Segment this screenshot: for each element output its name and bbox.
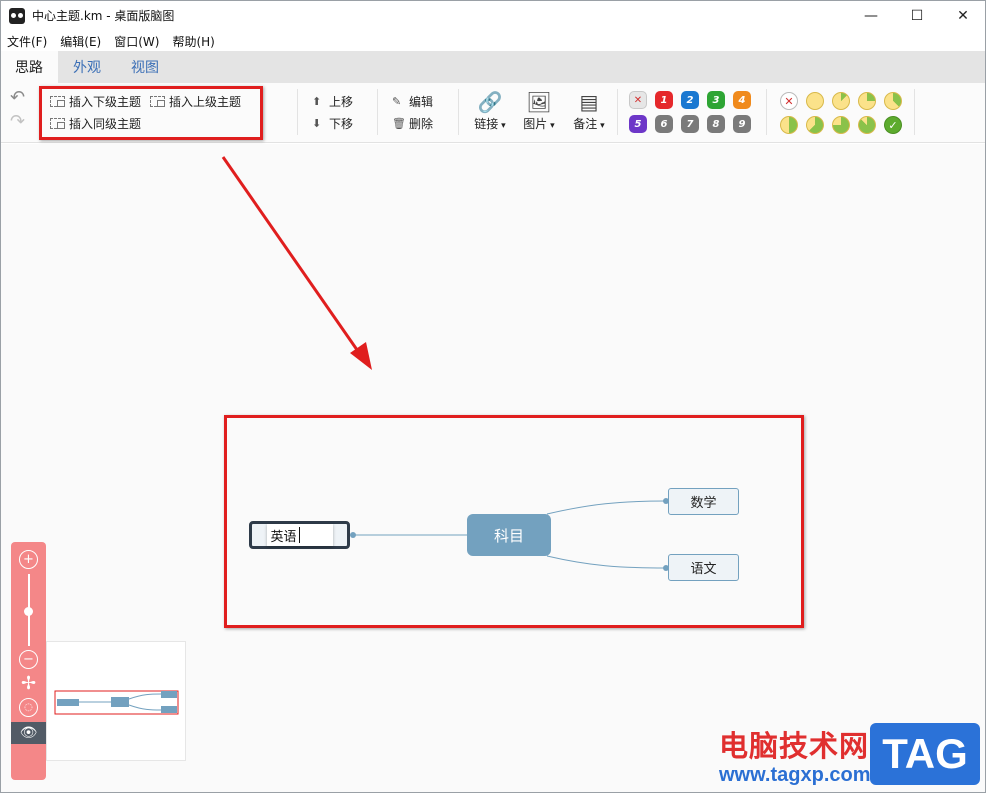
move-down-label: 下移: [329, 117, 354, 131]
link-button[interactable]: 🔗 链接: [469, 89, 511, 132]
title-bar: 中心主题.km - 桌面版脑图 — ☐ ✕: [0, 0, 986, 31]
priority-1-icon[interactable]: 1: [655, 91, 673, 109]
toolbar-divider: [377, 89, 378, 135]
progress-7-icon[interactable]: [858, 116, 876, 134]
close-button[interactable]: ✕: [940, 0, 986, 31]
priority-clear-icon[interactable]: ✕: [629, 91, 647, 109]
move-down-button[interactable]: ⬇ 下移: [312, 115, 353, 132]
child-node-chinese[interactable]: 语文: [668, 554, 739, 581]
arrow-up-icon: ⬆: [312, 95, 322, 108]
center-focus-icon[interactable]: ◌: [19, 698, 38, 717]
child-node-math[interactable]: 数学: [668, 488, 739, 515]
watermark-tag-logo: TAG: [870, 723, 980, 785]
zoom-slider-handle[interactable]: [24, 607, 33, 616]
zoom-out-icon[interactable]: −: [19, 650, 38, 669]
priority-6-icon[interactable]: 6: [655, 115, 673, 133]
root-node[interactable]: 科目: [467, 514, 551, 556]
note-label: 备注: [573, 115, 604, 132]
menu-edit[interactable]: 编辑(E): [60, 33, 101, 50]
link-icon: 🔗: [477, 90, 503, 114]
eye-icon[interactable]: 👁: [11, 722, 46, 744]
editing-node[interactable]: 英语: [249, 521, 350, 549]
move-icon[interactable]: ✢: [19, 673, 38, 694]
progress-4-icon[interactable]: [780, 116, 798, 134]
menu-help[interactable]: 帮助(H): [172, 33, 214, 50]
delete-label: 删除: [409, 117, 434, 131]
note-icon: ▤: [579, 90, 599, 114]
tab-idea[interactable]: 思路: [0, 51, 58, 83]
child-node-label: 语文: [690, 562, 717, 577]
progress-0-icon[interactable]: [806, 92, 824, 110]
edit-label: 编辑: [409, 95, 434, 109]
toolbar-divider: [617, 89, 618, 135]
minimap-preview: [54, 690, 179, 715]
progress-2-icon[interactable]: [858, 92, 876, 110]
edit-button[interactable]: ✎ 编辑: [392, 93, 433, 110]
watermark-text: 电脑技术网: [719, 729, 870, 763]
priority-4-icon[interactable]: 4: [733, 91, 751, 109]
priority-9-icon[interactable]: 9: [733, 115, 751, 133]
minimap[interactable]: [46, 641, 186, 761]
toolbar-divider: [914, 89, 915, 135]
app-logo-icon: [9, 7, 25, 24]
tab-bar: 思路 外观 视图: [0, 51, 986, 83]
zoom-panel: + − ✢ ◌ 👁: [11, 542, 46, 780]
image-label: 图片: [523, 115, 554, 132]
window-controls: — ☐ ✕: [848, 0, 986, 31]
progress-done-icon[interactable]: ✓: [884, 116, 902, 134]
toolbar-divider: [766, 89, 767, 135]
arrow-down-icon: ⬇: [312, 117, 322, 130]
progress-1-icon[interactable]: [832, 92, 850, 110]
watermark-url: www.tagxp.com: [719, 764, 871, 786]
move-up-button[interactable]: ⬆ 上移: [312, 93, 353, 110]
menu-file[interactable]: 文件(F): [7, 33, 47, 50]
toolbar-divider: [458, 89, 459, 135]
progress-5-icon[interactable]: [806, 116, 824, 134]
progress-3-icon[interactable]: [884, 92, 902, 110]
delete-button[interactable]: 🗑 删除: [392, 115, 433, 132]
priority-3-icon[interactable]: 3: [707, 91, 725, 109]
menu-window[interactable]: 窗口(W): [114, 33, 159, 50]
pencil-icon: ✎: [392, 95, 402, 108]
image-button[interactable]: 🖼 图片: [518, 89, 560, 132]
tab-view[interactable]: 视图: [116, 51, 174, 83]
annotation-highlight-insert: [39, 86, 263, 140]
trash-icon: 🗑: [392, 117, 406, 130]
progress-clear-icon[interactable]: ✕: [780, 92, 798, 110]
progress-6-icon[interactable]: [832, 116, 850, 134]
tab-appearance[interactable]: 外观: [58, 51, 116, 83]
zoom-in-icon[interactable]: +: [19, 550, 38, 569]
minimize-button[interactable]: —: [848, 0, 894, 31]
priority-7-icon[interactable]: 7: [681, 115, 699, 133]
child-node-label: 数学: [690, 496, 717, 511]
window-title: 中心主题.km - 桌面版脑图: [32, 9, 175, 23]
move-up-label: 上移: [329, 95, 354, 109]
priority-2-icon[interactable]: 2: [681, 91, 699, 109]
menu-bar: 文件(F) 编辑(E) 窗口(W) 帮助(H): [0, 31, 986, 51]
priority-8-icon[interactable]: 8: [707, 115, 725, 133]
node-text-input[interactable]: 英语: [266, 524, 333, 546]
node-text-value: 英语: [270, 529, 297, 545]
note-button[interactable]: ▤ 备注: [568, 89, 610, 132]
toolbar-divider: [297, 89, 298, 135]
text-caret: [298, 527, 300, 543]
maximize-button[interactable]: ☐: [894, 0, 940, 31]
undo-icon[interactable]: ↶: [10, 89, 28, 107]
image-icon: 🖼: [526, 90, 552, 114]
link-label: 链接: [474, 115, 505, 132]
root-node-label: 科目: [493, 526, 524, 545]
priority-5-icon[interactable]: 5: [629, 115, 647, 133]
redo-icon[interactable]: ↷: [10, 113, 28, 131]
